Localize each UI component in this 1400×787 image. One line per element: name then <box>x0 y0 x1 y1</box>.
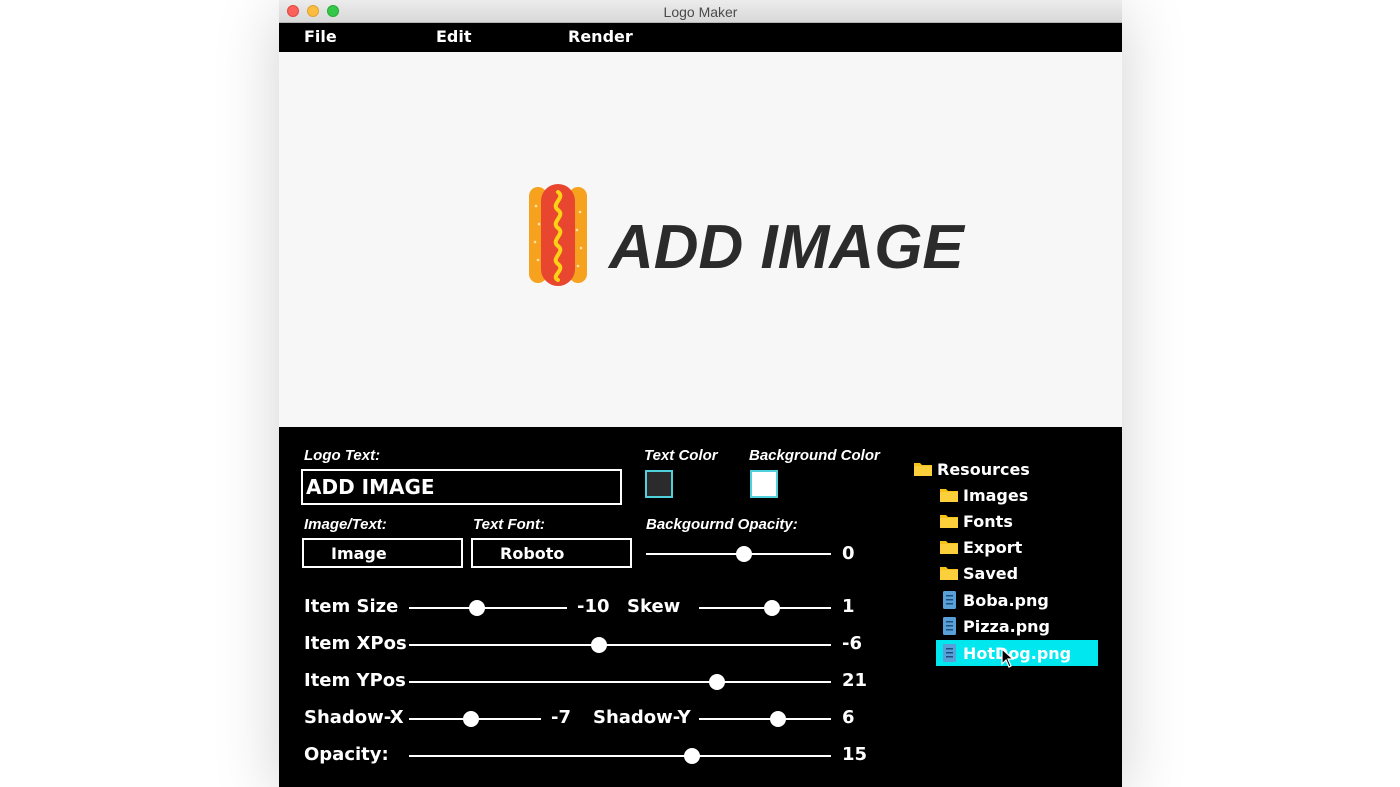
background-opacity-label: Backgournd Opacity: <box>646 516 798 533</box>
menu-file[interactable]: File <box>304 27 337 46</box>
logo-text-input[interactable]: ADD IMAGE <box>301 469 622 505</box>
item-xpos-value: -6 <box>842 633 862 654</box>
item-ypos-label: Item YPos <box>304 670 406 691</box>
shadow-y-label: Shadow-Y <box>593 707 691 728</box>
folder-icon <box>939 563 959 583</box>
tree-file-pizza[interactable]: Pizza.png <box>939 613 1050 639</box>
background-color-swatch[interactable] <box>750 470 778 498</box>
controls-panel: Logo Text: ADD IMAGE Text Color Backgrou… <box>279 427 1122 787</box>
item-xpos-knob[interactable] <box>590 637 607 653</box>
background-color-label: Background Color <box>749 447 880 464</box>
item-ypos-slider[interactable] <box>409 674 831 690</box>
tree-label: Images <box>963 485 1029 505</box>
tree-folder-images[interactable]: Images <box>939 482 1028 508</box>
shadow-y-knob[interactable] <box>770 711 787 727</box>
opacity-knob[interactable] <box>683 748 700 764</box>
tree-folder-saved[interactable]: Saved <box>939 560 1018 586</box>
tree-label: Fonts <box>963 511 1013 531</box>
item-xpos-slider[interactable] <box>409 637 831 653</box>
skew-value: 1 <box>842 596 855 617</box>
tree-file-hotdog[interactable]: HotDog.png <box>936 640 1098 666</box>
opacity-label: Opacity: <box>304 744 389 765</box>
menu-bar: File Edit Render <box>279 23 1122 52</box>
mouse-cursor-icon <box>1001 648 1015 668</box>
logo-preview-canvas: ADD IMAGE <box>279 52 1122 427</box>
shadow-x-knob[interactable] <box>463 711 480 727</box>
skew-slider[interactable] <box>699 600 831 616</box>
folder-icon <box>939 511 959 531</box>
text-color-label: Text Color <box>644 447 718 464</box>
text-font-label: Text Font: <box>473 516 545 533</box>
tree-label: Boba.png <box>963 590 1049 610</box>
skew-label: Skew <box>627 596 681 617</box>
shadow-y-value: 6 <box>842 707 855 728</box>
image-text-label: Image/Text: <box>304 516 387 533</box>
shadow-x-label: Shadow-X <box>304 707 404 728</box>
text-color-swatch[interactable] <box>645 470 673 498</box>
menu-edit[interactable]: Edit <box>436 27 472 46</box>
logo-text-label: Logo Text: <box>304 447 381 464</box>
folder-icon <box>939 537 959 557</box>
logo-maker-window: Logo Maker File Edit Render ADD IMAGE Lo… <box>279 0 1122 787</box>
item-size-value: -10 <box>577 596 610 617</box>
image-text-select[interactable]: Image <box>302 538 463 568</box>
title-bar: Logo Maker <box>279 0 1122 23</box>
folder-icon <box>913 459 933 479</box>
hotdog-image <box>529 184 587 286</box>
shadow-x-slider[interactable] <box>409 711 541 727</box>
window-title: Logo Maker <box>663 4 738 20</box>
item-ypos-value: 21 <box>842 670 868 691</box>
shadow-y-slider[interactable] <box>699 711 831 727</box>
tree-label: Export <box>963 537 1023 557</box>
item-ypos-knob[interactable] <box>709 674 726 690</box>
tree-folder-export[interactable]: Export <box>939 534 1022 560</box>
background-opacity-knob[interactable] <box>736 546 753 562</box>
item-size-label: Item Size <box>304 596 399 617</box>
tree-folder-fonts[interactable]: Fonts <box>939 508 1013 534</box>
tree-file-boba[interactable]: Boba.png <box>939 587 1049 613</box>
item-size-slider[interactable] <box>409 600 567 616</box>
logo-preview-text: ADD IMAGE <box>609 213 964 282</box>
item-size-knob[interactable] <box>468 600 485 616</box>
menu-render[interactable]: Render <box>568 27 633 46</box>
item-xpos-label: Item XPos <box>304 633 407 654</box>
opacity-value: 15 <box>842 744 868 765</box>
opacity-slider[interactable] <box>409 748 831 764</box>
tree-folder-resources[interactable]: Resources <box>913 456 1030 482</box>
skew-knob[interactable] <box>763 600 780 616</box>
tree-label: Pizza.png <box>963 616 1051 636</box>
file-icon <box>939 590 959 610</box>
folder-icon <box>939 485 959 505</box>
shadow-x-value: -7 <box>551 707 571 728</box>
tree-label: Saved <box>963 563 1019 583</box>
file-icon <box>939 616 959 636</box>
background-opacity-value: 0 <box>842 543 855 564</box>
text-font-select[interactable]: Roboto <box>471 538 632 568</box>
background-opacity-slider[interactable] <box>646 546 831 562</box>
file-icon <box>939 643 959 663</box>
tree-label: Resources <box>937 459 1030 479</box>
tree-label: HotDog.png <box>963 643 1072 663</box>
